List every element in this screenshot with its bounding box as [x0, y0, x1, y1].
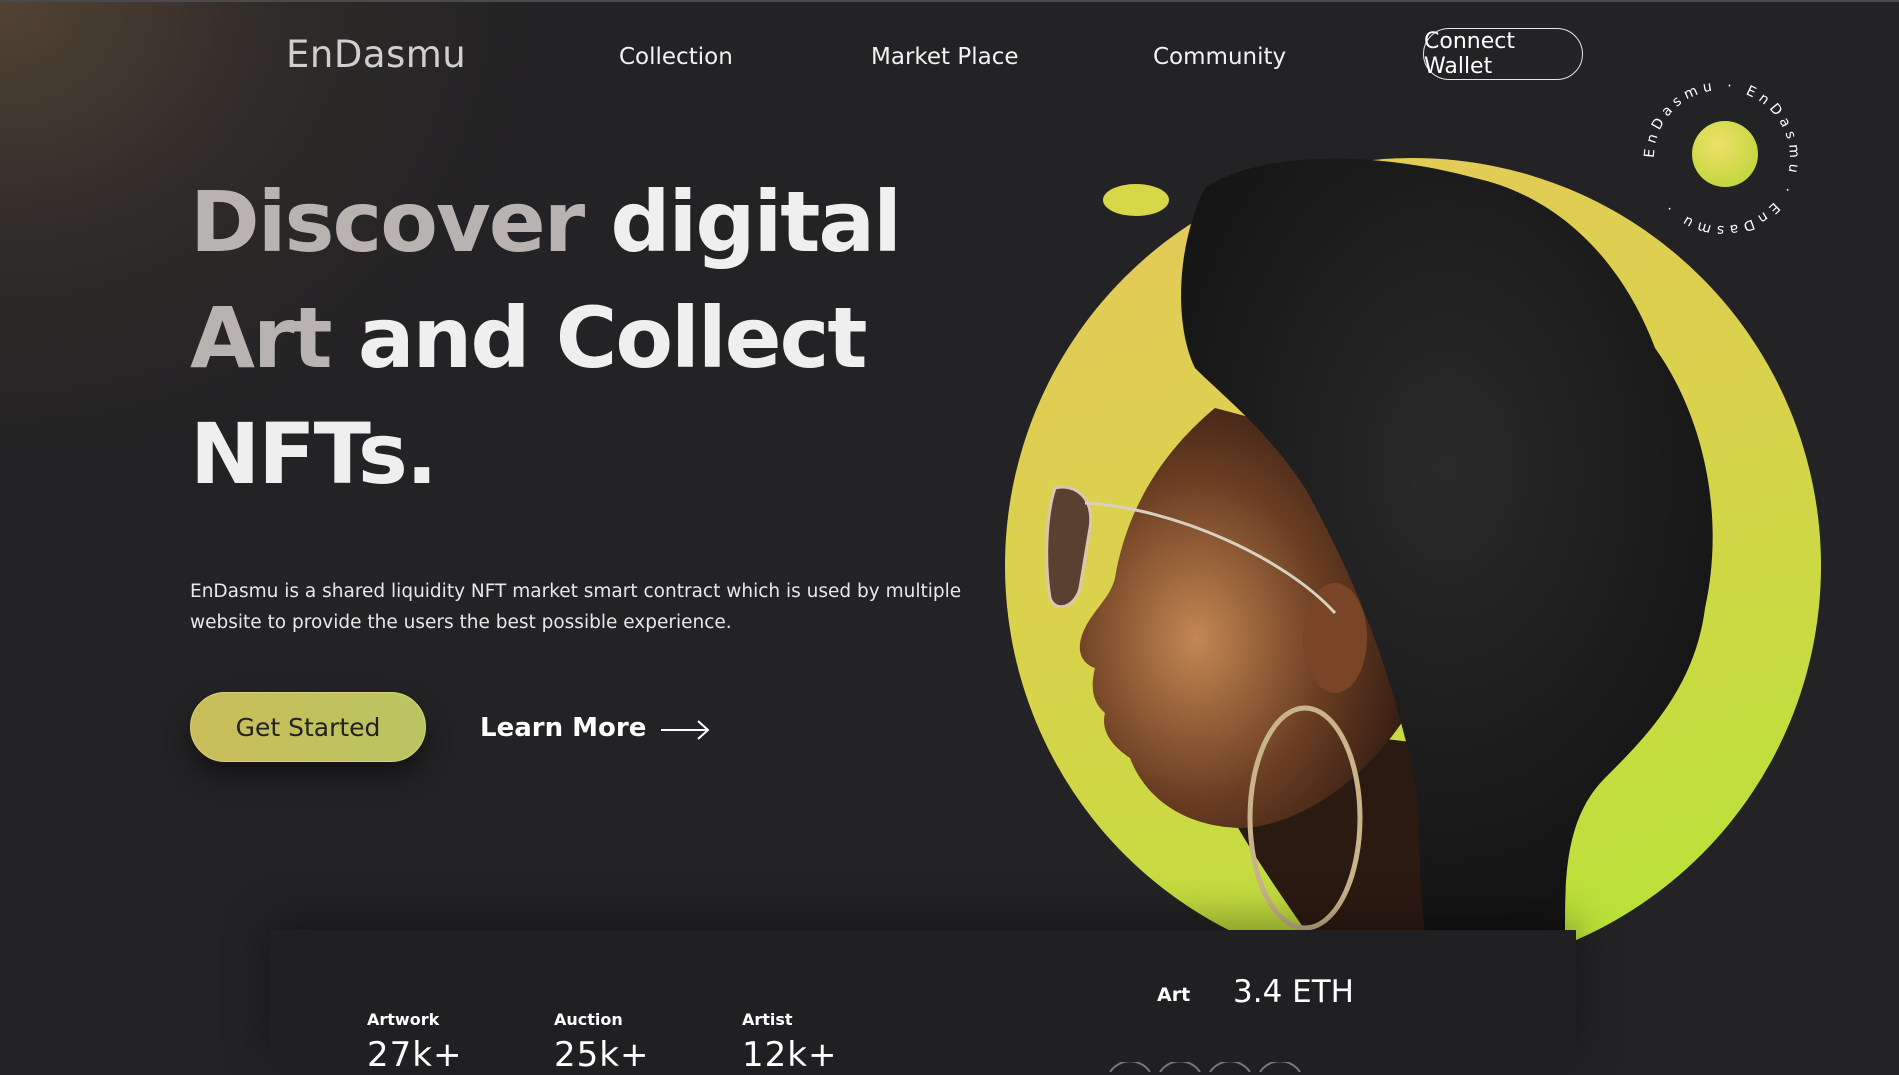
hero-title-word-discover: Discover	[190, 173, 585, 271]
stat-label: Artist	[742, 1010, 793, 1029]
stat-artwork: Artwork 27k+	[367, 1010, 462, 1075]
arrow-right-icon	[661, 720, 710, 740]
logo[interactable]: EnDasmu	[286, 33, 466, 76]
hero-title-line-2: Art and Collect	[190, 289, 868, 387]
stat-label: Artwork	[367, 1010, 440, 1029]
learn-more-link[interactable]: Learn More	[480, 710, 710, 746]
nav-link-community[interactable]: Community	[1153, 44, 1286, 70]
featured-art-price: 3.4 ETH	[1233, 974, 1354, 1010]
nav-link-collection[interactable]: Collection	[619, 44, 733, 70]
stat-value: 25k+	[554, 1035, 650, 1075]
rotating-brand-badge: EnDasmu · EnDasmu · EnDasmu ·	[1622, 58, 1822, 258]
hero-title-line-3: NFTs.	[190, 405, 438, 503]
featured-art-label: Art	[1157, 984, 1191, 1006]
stats-panel	[270, 930, 1576, 1068]
hero-title: Discover digital Art and Collect NFTs.	[190, 164, 950, 512]
bidder-avatars	[1109, 1062, 1301, 1072]
stat-value: 27k+	[367, 1035, 463, 1075]
stat-label: Auction	[554, 1010, 623, 1029]
badge-center-dot	[1692, 121, 1758, 187]
top-border	[0, 0, 1899, 2]
hero-title-line-1: Discover digital	[190, 173, 902, 271]
hero-title-word-art: Art	[190, 289, 333, 387]
learn-more-label: Learn More	[480, 713, 647, 743]
stat-artist: Artist 12k+	[742, 1010, 837, 1075]
stat-auction: Auction 25k+	[554, 1010, 649, 1075]
stat-value: 12k+	[742, 1035, 838, 1075]
hero-description: EnDasmu is a shared liquidity NFT market…	[190, 581, 962, 633]
connect-wallet-button[interactable]: Connect Wallet	[1423, 28, 1583, 80]
nav-link-market-place[interactable]: Market Place	[871, 44, 1019, 70]
get-started-button[interactable]: Get Started	[190, 692, 426, 762]
hero-portrait-image	[1005, 158, 1821, 930]
